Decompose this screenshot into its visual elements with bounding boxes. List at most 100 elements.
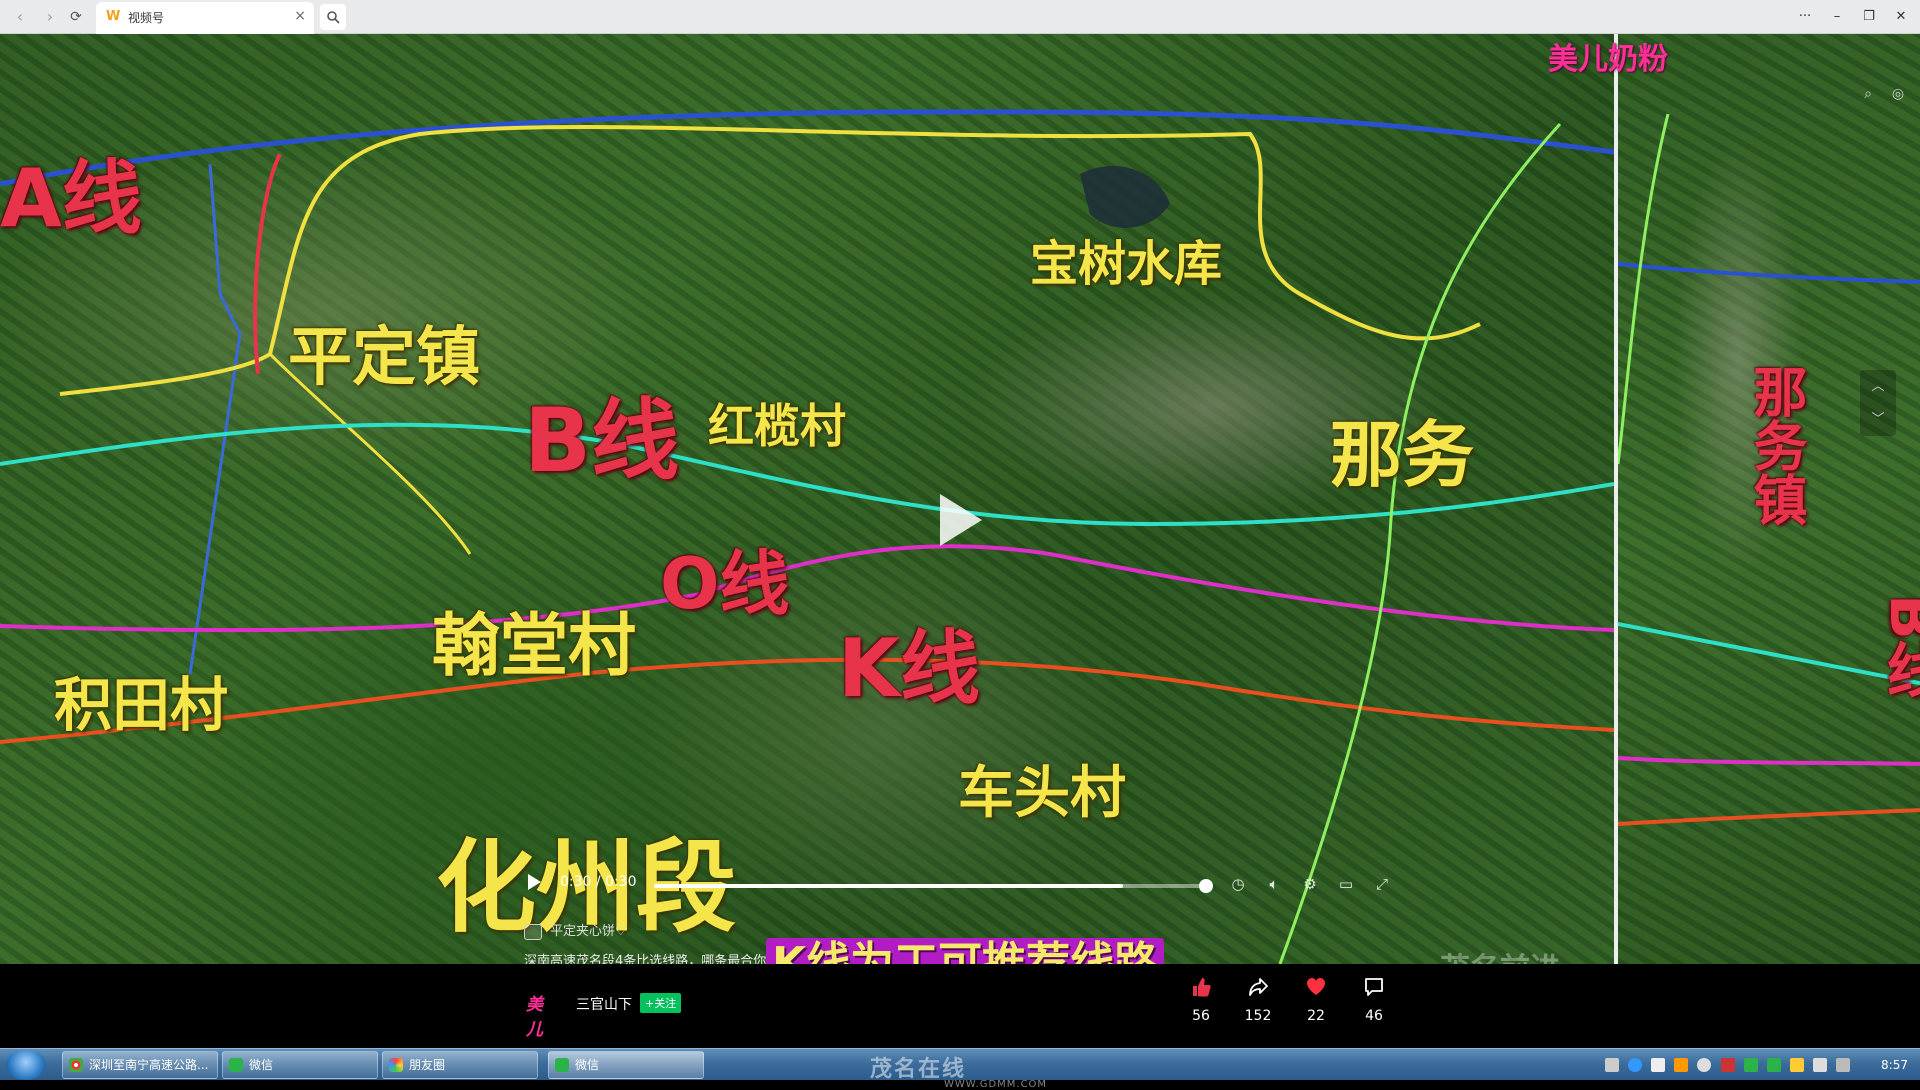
forward-icon[interactable]: › <box>38 5 62 29</box>
network-icon[interactable] <box>1697 1058 1712 1072</box>
channel-info[interactable]: 平定夹心饼♡ <box>524 920 627 940</box>
moments-icon <box>389 1058 403 1072</box>
favorite-count: 22 <box>1307 1008 1325 1024</box>
video-watermark: 茂名前进 <box>1440 944 1560 964</box>
chrome-icon <box>69 1058 83 1072</box>
heart-icon <box>1294 976 1338 1004</box>
comment-icon <box>1352 976 1396 1004</box>
map-label-baoshu: 宝树水库 <box>1030 236 1223 292</box>
taskbar-item-label: 微信 <box>249 1058 274 1072</box>
side-label-nawu-town: 那务镇 <box>1744 364 1807 526</box>
follow-button[interactable]: +关注 <box>640 993 682 1013</box>
route-line-a <box>0 109 1614 187</box>
search-icon[interactable] <box>320 4 346 30</box>
site-watermark: 茂名在线 WWW.GDMM.COM <box>870 1051 1047 1090</box>
map-label-line-a: A线 <box>0 152 142 245</box>
close-tab-icon[interactable]: × <box>294 8 306 24</box>
restore-button[interactable]: ❐ <box>1854 6 1884 28</box>
side-label-line-b: B线 <box>1876 594 1920 700</box>
close-window-button[interactable]: ✕ <box>1886 6 1916 28</box>
favorite-button[interactable]: 22 <box>1294 976 1338 1024</box>
folder-icon[interactable] <box>1789 1058 1804 1072</box>
channel-avatar-icon <box>524 923 542 940</box>
volume-tray-icon[interactable] <box>1812 1058 1827 1072</box>
brand-overlay: 美儿奶粉 <box>1548 42 1668 77</box>
taskbar-item-wechat-active[interactable]: 微信 <box>548 1051 704 1079</box>
author-logo: 美儿 <box>526 995 543 1040</box>
taskbar-item-browser[interactable]: 深圳至南宁高速公路... <box>62 1051 218 1079</box>
site-watermark-url: WWW.GDMM.COM <box>944 1079 1048 1090</box>
map-label-pingding: 平定镇 <box>288 321 480 395</box>
clock[interactable]: 8:57 <box>1881 1049 1908 1081</box>
taskbar-item-wechat[interactable]: 微信 <box>222 1051 378 1079</box>
like-count: 56 <box>1192 1008 1210 1024</box>
map-label-jitian: 积田村 <box>54 671 229 739</box>
windows-taskbar: 深圳至南宁高速公路... 微信 朋友圈 微信 茂名在线 WWW.GDMM.COM… <box>0 1048 1920 1090</box>
map-label-nawu: 那务 <box>1330 413 1475 497</box>
route-line-red <box>253 153 282 375</box>
wechat-icon <box>229 1058 243 1072</box>
side-search-icon[interactable]: ⌕ <box>1858 86 1878 106</box>
help-icon[interactable] <box>1628 1058 1643 1072</box>
display-icon[interactable] <box>1836 1058 1850 1072</box>
taskbar-item-label: 深圳至南宁高速公路... <box>89 1058 209 1072</box>
tray-app-icon[interactable] <box>1674 1058 1689 1072</box>
wechat-tray-icon[interactable] <box>1743 1058 1758 1072</box>
wechat-tray-icon-2[interactable] <box>1766 1058 1781 1072</box>
progress-bar[interactable] <box>654 879 1213 893</box>
wechat-icon <box>555 1058 569 1072</box>
settings-icon[interactable]: ⚙︎ <box>1298 872 1322 896</box>
video-nav-arrows[interactable]: ︿ ﹀ <box>1860 370 1896 436</box>
pip-icon[interactable]: ▭ <box>1334 872 1358 896</box>
reservoir <box>1080 165 1170 228</box>
progress-handle[interactable] <box>1199 879 1213 893</box>
author-name[interactable]: 三官山下 <box>576 994 632 1014</box>
map-label-hongfu: 红榄村 <box>708 399 846 453</box>
start-button[interactable] <box>6 1050 46 1080</box>
minimize-button[interactable]: – <box>1822 6 1852 28</box>
side-user-icon[interactable]: ◎ <box>1888 86 1908 106</box>
channel-name: 平定夹心饼♡ <box>550 924 627 939</box>
back-icon[interactable]: ‹ <box>8 5 32 29</box>
thumbs-up-icon <box>1179 976 1223 1004</box>
reload-icon[interactable]: ⟳ <box>64 5 88 29</box>
taskbar-item-label: 朋友圈 <box>409 1058 446 1072</box>
browser-toolbar: ‹ › ⟳ W 视频号 × ··· – ❐ ✕ <box>0 0 1920 34</box>
time-display: 0:30 / 0:30 <box>560 874 637 890</box>
comment-button[interactable]: 46 <box>1352 976 1396 1024</box>
taskbar-item-moments[interactable]: 朋友圈 <box>382 1051 538 1079</box>
map-label-hantang: 翰堂村 <box>432 607 637 686</box>
comment-count: 46 <box>1365 1008 1383 1024</box>
route-line-k <box>0 657 1614 744</box>
map-label-line-k: K线 <box>838 622 980 715</box>
shield-icon[interactable] <box>1720 1058 1735 1072</box>
share-button[interactable]: 152 <box>1236 976 1280 1024</box>
route-line-o <box>0 544 1614 633</box>
map-label-chetou: 车头村 <box>958 761 1126 826</box>
play-icon[interactable] <box>528 874 541 890</box>
taskbar-item-label: 微信 <box>575 1058 600 1072</box>
center-play-icon[interactable] <box>940 494 982 546</box>
tab-favicon-icon: W <box>106 9 121 24</box>
share-count: 152 <box>1244 1008 1272 1024</box>
keyboard-icon[interactable] <box>1605 1058 1620 1072</box>
menu-icon[interactable]: ··· <box>1790 6 1820 28</box>
like-button[interactable]: 56 <box>1179 976 1223 1024</box>
route-line-a-branch <box>188 163 242 675</box>
pen-icon[interactable] <box>1651 1058 1666 1072</box>
interaction-bar: 美儿 三官山下 +关注 56 152 22 46 <box>0 964 1920 1048</box>
prev-video-icon[interactable]: ︿ <box>1860 370 1896 403</box>
next-video-icon[interactable]: ﹀ <box>1860 403 1896 436</box>
map-label-line-o: O线 <box>660 543 790 625</box>
video-player[interactable]: A线 平定镇 宝树水库 B线 红榄村 那务 O线 翰堂村 K线 积田村 车头村 … <box>0 34 1614 964</box>
speed-icon[interactable]: ◷ <box>1226 872 1250 896</box>
fullscreen-icon[interactable]: ⤢ <box>1370 872 1394 896</box>
system-tray-icons[interactable] <box>1601 1057 1850 1073</box>
next-video-preview[interactable]: 那务镇 B线 ⌕ ◎ <box>1614 34 1920 964</box>
player-controls: 0:30 / 0:30 ◷ 🔈︎ ⚙︎ ▭ ⤢ <box>524 870 1388 900</box>
progress-fill <box>654 884 1124 888</box>
volume-icon[interactable]: 🔈︎ <box>1262 872 1286 896</box>
browser-tab[interactable]: W 视频号 × <box>96 2 314 34</box>
map-label-line-b: B线 <box>524 389 680 492</box>
share-icon <box>1236 976 1280 1004</box>
